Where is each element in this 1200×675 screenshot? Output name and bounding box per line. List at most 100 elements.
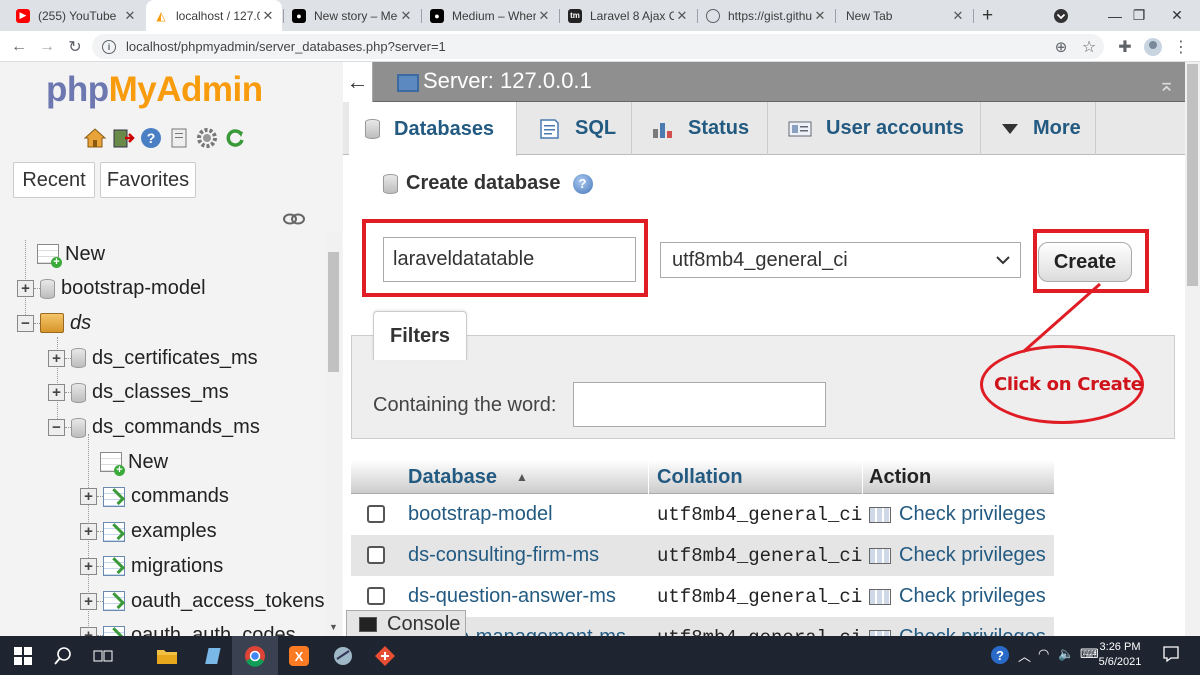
documentation-icon[interactable] [167,126,191,150]
expand-icon[interactable]: + [80,523,97,541]
zoom-icon[interactable]: ⊕ [1050,36,1072,58]
close-tab-icon[interactable]: ✕ [398,8,414,24]
database-link[interactable]: ds-consulting-firm-ms [408,544,599,567]
check-privileges-link[interactable]: Check privileges [869,503,1046,526]
file-explorer-icon[interactable] [144,636,190,675]
tree-item[interactable]: − ds [17,307,91,339]
tab-status[interactable]: Status [632,102,768,155]
database-name-input[interactable] [383,237,636,282]
tree-item[interactable]: + ds_certificates_ms [48,342,258,374]
favorites-button[interactable]: Favorites [100,162,196,198]
collapse-navigation-button[interactable]: ← [343,62,373,102]
row-checkbox[interactable] [367,546,385,564]
scroll-top-icon[interactable]: ⌅ [1158,72,1175,97]
help-tray-icon[interactable]: ? [990,645,1010,665]
logout-icon[interactable] [111,126,135,150]
tree-item[interactable]: New [100,446,168,478]
row-checkbox[interactable] [367,505,385,523]
expand-icon[interactable]: + [48,384,65,402]
tree-item[interactable]: + bootstrap-model [17,273,206,305]
scrollbar-thumb[interactable] [328,252,339,372]
git-icon[interactable] [362,636,408,675]
create-button[interactable]: Create [1038,242,1132,282]
forward-icon[interactable]: → [36,36,58,58]
collapse-icon[interactable]: − [17,314,34,332]
tab-sql[interactable]: SQL [517,102,632,155]
containing-word-input[interactable] [573,382,826,427]
expand-icon[interactable]: + [80,592,97,610]
task-view-icon[interactable] [80,636,126,675]
server-breadcrumb[interactable]: Server: 127.0.0.1 [397,68,592,94]
chrome-icon[interactable] [232,636,278,675]
close-tab-icon[interactable]: ✕ [260,8,276,24]
tab-databases[interactable]: Databases [349,102,517,156]
menu-icon[interactable]: ⋮ [1170,36,1192,58]
close-tab-icon[interactable]: ✕ [122,8,138,24]
tab-more[interactable]: More [981,102,1096,155]
phpmyadmin-logo[interactable]: phpMyAdmin [46,70,263,110]
notepad-icon[interactable] [188,636,234,675]
reload-icon[interactable]: ↻ [64,36,86,58]
tree-item[interactable]: + oauth_auth_codes [80,620,296,636]
check-privileges-link[interactable]: Check privileges [869,626,1046,636]
browser-tab-gist[interactable]: https://gist.github ✕ [698,0,834,31]
browser-tab-medium-new-story[interactable]: ● New story – Medium ✕ [284,0,420,31]
tree-item[interactable]: − ds_commands_ms [48,412,260,444]
scroll-down-arrow-icon[interactable]: ▼ [329,622,338,632]
tab-search-icon[interactable] [1038,0,1084,31]
reload-navigation-icon[interactable] [223,126,247,150]
system-clock[interactable]: 3:26 PM 5/6/2021 [1098,640,1142,670]
browser-tab-new-tab[interactable]: New Tab ✕ [836,0,972,31]
browser-tab-medium[interactable]: ● Medium – Where good ✕ [422,0,558,31]
new-tab-button[interactable]: + [982,5,993,27]
network-icon[interactable]: ◠ [1038,646,1049,662]
collapse-icon[interactable]: − [48,419,65,436]
database-link[interactable]: bootstrap-model [408,503,553,526]
expand-icon[interactable]: + [80,557,97,575]
browser-tab-laravel[interactable]: tm Laravel 8 Ajax CRUD ✕ [560,0,696,31]
close-tab-icon[interactable]: ✕ [812,8,828,24]
expand-icon[interactable]: + [80,627,97,636]
expand-icon[interactable]: + [17,280,34,298]
close-tab-icon[interactable]: ✕ [536,8,552,24]
column-database[interactable]: Database [408,466,497,489]
check-privileges-link[interactable]: Check privileges [869,585,1046,608]
database-link[interactable]: ds-question-answer-ms [408,585,616,608]
home-icon[interactable] [83,126,107,150]
link-with-main-panel-icon[interactable] [283,212,305,226]
recent-button[interactable]: Recent [13,162,95,198]
tree-item[interactable]: + migrations [80,550,223,582]
tree-item[interactable]: + oauth_access_tokens [80,585,324,617]
notifications-icon[interactable] [1162,645,1180,663]
tree-item[interactable]: + examples [80,516,217,548]
filters-tab[interactable]: Filters [373,311,467,360]
chevron-up-icon[interactable]: ︿ [1018,646,1031,665]
volume-icon[interactable]: 🔈 [1058,646,1074,662]
address-bar[interactable]: i localhost/phpmyadmin/server_databases.… [92,34,1104,59]
back-icon[interactable]: ← [8,36,30,58]
check-privileges-link[interactable]: Check privileges [869,544,1046,567]
close-tab-icon[interactable]: ✕ [674,8,690,24]
row-checkbox[interactable] [367,587,385,605]
tree-item[interactable]: + commands [80,481,229,513]
scrollbar-thumb[interactable] [1187,64,1198,286]
main-scrollbar[interactable] [1185,62,1200,636]
app-icon[interactable] [320,636,366,675]
browser-tab-phpmyadmin[interactable]: ◭ localhost / 127.0.0 ✕ [146,0,282,31]
sort-ascending-icon[interactable]: ▲ [516,470,528,484]
expand-icon[interactable]: + [48,349,65,367]
xampp-icon[interactable]: X [276,636,322,675]
close-tab-icon[interactable]: ✕ [950,8,966,24]
keyboard-language-icon[interactable]: ⌨ [1080,646,1099,662]
profile-avatar[interactable] [1142,36,1164,58]
help-icon[interactable]: ? [139,126,163,150]
site-info-icon[interactable]: i [102,39,116,54]
navigation-scrollbar[interactable]: ▼ [326,232,341,638]
expand-icon[interactable]: + [80,488,97,506]
bookmark-star-icon[interactable]: ☆ [1078,36,1100,58]
browser-tab-youtube[interactable]: ▶ (255) YouTube ✕ [8,0,144,31]
collation-select[interactable]: utf8mb4_general_ci [660,242,1021,278]
extensions-icon[interactable]: ✚ [1114,36,1136,58]
console-button[interactable]: Console [346,610,466,638]
tree-item[interactable]: + ds_classes_ms [48,377,229,409]
